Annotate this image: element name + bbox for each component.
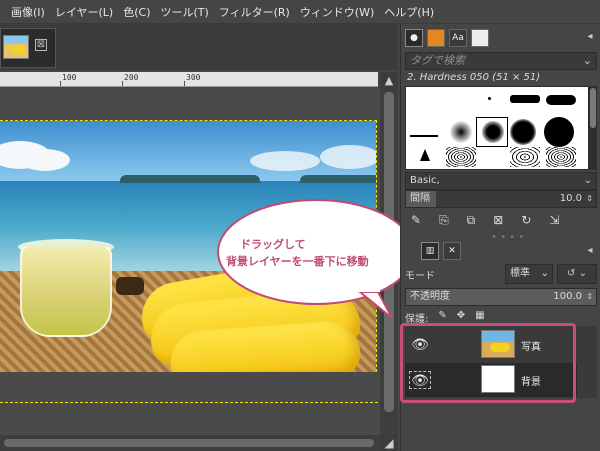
spacing-value[interactable]: 10.0 <box>560 191 582 207</box>
brushes-dock-tabs: ● Aa ◂ <box>401 26 600 50</box>
juice-glass <box>20 245 112 337</box>
ruler-label: 100 <box>62 73 77 82</box>
brush-preset-value: Basic, <box>410 175 440 186</box>
spacing-label: 間隔 <box>410 193 430 204</box>
cloud <box>320 145 376 169</box>
island <box>120 175 260 183</box>
opacity-label: 不透明度 <box>410 291 450 302</box>
image-tab-strip: ⊠ <box>0 24 398 70</box>
edit-brush-icon[interactable]: ✎ <box>411 213 421 227</box>
horizontal-scroll-thumb[interactable] <box>4 439 374 447</box>
dock-menu-icon[interactable]: ◂ <box>583 30 597 44</box>
image-thumbnail-icon <box>3 35 29 59</box>
mode-label: モード <box>405 271 435 282</box>
menubar: 画像(I) レイヤー(L) 色(C) ツール(T) フィルター(R) ウィンドウ… <box>0 0 600 24</box>
duplicate-brush-icon[interactable]: ⧉ <box>467 213 476 228</box>
ruler-tick <box>60 81 61 86</box>
brush-actions: ✎ ⎘ ⧉ ⊠ ↻ ⇲ <box>405 210 597 230</box>
selection-border <box>0 402 378 403</box>
brush-swatch[interactable] <box>488 97 491 100</box>
brush-name: 2. Hardness 050 (51 × 51) <box>407 72 541 83</box>
spin-arrows-icon[interactable]: ⇕ <box>586 191 593 207</box>
cloud <box>20 149 70 171</box>
callout-text: ドラッグして 背景レイヤーを一番下に移動 <box>226 236 406 270</box>
reset-icon: ↺ ⌄ <box>567 268 587 279</box>
menu-tools[interactable]: ツール(T) <box>155 4 213 20</box>
patterns-tab-icon[interactable] <box>427 29 445 47</box>
brush-swatch[interactable] <box>446 147 476 167</box>
chevron-down-icon[interactable]: ⌄ <box>583 53 592 69</box>
brush-swatch[interactable] <box>510 119 536 145</box>
navigate-icon[interactable]: ◢ <box>380 435 398 451</box>
mode-row: モード 標準 ⌄ ↺ ⌄ <box>401 264 600 284</box>
opacity-slider[interactable]: 不透明度 100.0 ⇕ <box>405 288 597 306</box>
tag-search-input[interactable]: タグで検索 ⌄ <box>405 52 597 70</box>
spin-arrows-icon[interactable]: ⇕ <box>586 289 593 305</box>
chevron-down-icon[interactable]: ⌄ <box>584 173 592 189</box>
opacity-value[interactable]: 100.0 <box>553 289 582 305</box>
ruler-corner: ▲ <box>380 72 398 89</box>
brush-swatch[interactable] <box>510 95 540 103</box>
image-tab[interactable]: ⊠ <box>0 28 56 68</box>
horizontal-scrollbar[interactable] <box>0 435 380 451</box>
brush-swatch[interactable] <box>546 95 576 105</box>
fonts-tab-icon[interactable]: Aa <box>449 29 467 47</box>
brush-scroll-thumb[interactable] <box>590 88 596 128</box>
brush-swatch[interactable] <box>410 135 438 137</box>
dock-menu-icon[interactable]: ◂ <box>583 244 597 258</box>
menu-layer[interactable]: レイヤー(L) <box>50 4 118 20</box>
brush-grid[interactable] <box>405 86 589 170</box>
document-tab-icon[interactable] <box>471 29 489 47</box>
ruler-tick <box>184 81 185 86</box>
refresh-icon[interactable]: ↻ <box>521 213 531 227</box>
island <box>300 175 376 183</box>
brush-swatch[interactable] <box>420 149 430 161</box>
menu-colors[interactable]: 色(C) <box>118 4 155 20</box>
menu-filters[interactable]: フィルター(R) <box>214 4 295 20</box>
quick-mask-icon[interactable]: ▲ <box>382 74 396 87</box>
mode-value: 標準 <box>510 268 530 279</box>
brush-swatch[interactable] <box>544 117 574 147</box>
new-brush-icon[interactable]: ⎘ <box>439 213 449 228</box>
cloud <box>250 151 320 171</box>
ruler-label: 200 <box>124 73 139 82</box>
layers-tab-icon[interactable]: ▥ <box>421 242 439 260</box>
close-icon[interactable]: ⊠ <box>35 39 47 51</box>
ruler-tick <box>122 81 123 86</box>
menu-windows[interactable]: ウィンドウ(W) <box>295 4 379 20</box>
paths-tab-icon[interactable]: ✕ <box>443 242 461 260</box>
mode-reset-button[interactable]: ↺ ⌄ <box>557 264 597 284</box>
brush-swatch[interactable] <box>546 147 576 167</box>
menu-help[interactable]: ヘルプ(H) <box>379 4 439 20</box>
brush-swatch[interactable] <box>482 121 504 143</box>
layers-dock-tabs: ▥ ✕ ◂ <box>401 240 600 262</box>
brush-swatch[interactable] <box>510 147 540 167</box>
brushes-tab-icon[interactable]: ● <box>405 29 423 47</box>
layer-highlight-box <box>400 323 576 403</box>
brush-scrollbar[interactable] <box>589 86 597 170</box>
tag-search-placeholder: タグで検索 <box>410 54 465 67</box>
mode-select[interactable]: 標準 ⌄ <box>505 264 553 284</box>
banana-stem <box>116 277 144 295</box>
chevron-down-icon[interactable]: ⌄ <box>541 265 549 283</box>
open-as-image-icon[interactable]: ⇲ <box>549 213 559 227</box>
menu-image[interactable]: 画像(I) <box>6 4 50 20</box>
horizontal-ruler: 100 200 300 <box>0 72 378 87</box>
delete-brush-icon[interactable]: ⊠ <box>493 213 503 227</box>
brush-swatch[interactable] <box>450 121 472 143</box>
spacing-slider[interactable]: 間隔 10.0 ⇕ <box>405 190 597 208</box>
callout-line-2: 背景レイヤーを一番下に移動 <box>226 255 369 268</box>
brush-preset-select[interactable]: Basic, ⌄ <box>405 172 597 190</box>
callout-line-1: ドラッグして <box>240 238 306 251</box>
ruler-label: 300 <box>186 73 201 82</box>
